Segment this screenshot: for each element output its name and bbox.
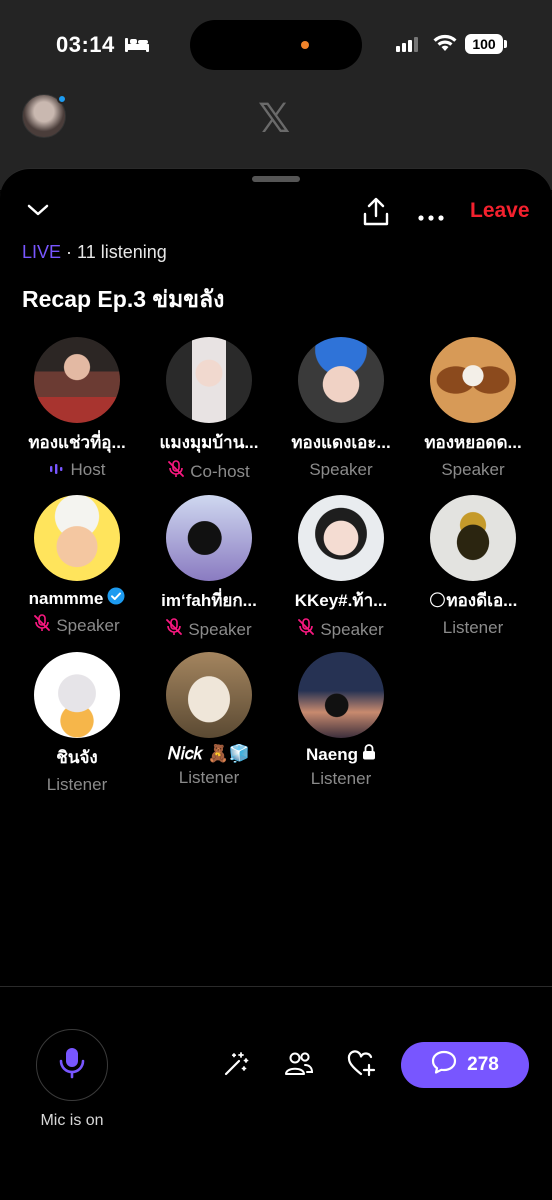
participant-name: ทองแช่วที่อุ...: [28, 433, 126, 452]
participant-role: Listener: [46, 775, 108, 794]
participant-name: Naeng: [306, 744, 358, 764]
participant-card[interactable]: 𝑁𝑖𝑐𝑘 🧸🧊 Listener: [143, 652, 275, 788]
participant-role: Co-host: [190, 461, 250, 481]
participant-role: Speaker: [56, 615, 120, 635]
battery-tip: [504, 40, 507, 48]
avatar: [166, 652, 252, 738]
participant-name: ทองแดงเอะ...: [291, 433, 391, 452]
mic-off-icon: [298, 618, 315, 641]
privacy-indicator-icon: [301, 41, 309, 49]
participant-card[interactable]: Naeng Listener: [275, 652, 407, 789]
participant-role: Host: [70, 460, 106, 479]
participant-role: Listener: [442, 618, 504, 637]
participant-card[interactable]: แมงมุมบ้าน... Co-host: [143, 337, 275, 483]
participant-card[interactable]: ทองแช่วที่อุ... Host: [11, 337, 143, 480]
collapse-chevron-down-icon[interactable]: [26, 202, 50, 223]
notification-dot: [57, 94, 67, 104]
participant-card[interactable]: KKey#.ท้า... Speaker: [275, 495, 407, 641]
participant-role: Speaker: [309, 460, 373, 479]
comments-button[interactable]: 278: [401, 1042, 529, 1088]
dynamic-island: [190, 20, 362, 70]
avatar: [298, 495, 384, 581]
sheet-grabber[interactable]: [252, 176, 300, 182]
mic-off-icon: [168, 460, 185, 483]
avatar: [430, 495, 516, 581]
space-title: Recap Ep.3 ข่มขลัง: [22, 286, 225, 312]
avatar: [298, 337, 384, 423]
mic-status-label: Mic is on: [40, 1112, 104, 1129]
lock-icon: [362, 744, 376, 765]
participant-card[interactable]: nammme Speaker: [11, 495, 143, 637]
verified-icon: [107, 587, 125, 610]
participant-role: Listener: [310, 769, 372, 788]
participant-name: 𝑁𝑖𝑐𝑘 🧸🧊: [168, 744, 250, 763]
avatar: [430, 337, 516, 423]
cellular-signal-icon: [396, 36, 418, 52]
participant-name: 🌕ทองดีเอ...: [428, 591, 518, 610]
comment-bubble-icon: [431, 1050, 457, 1080]
listening-count: · 11 listening: [66, 242, 167, 262]
bottom-divider: [0, 986, 552, 987]
live-label: LIVE: [22, 242, 62, 262]
microphone-icon: [58, 1046, 86, 1085]
participant-role: Listener: [178, 768, 240, 787]
avatar: [298, 652, 384, 738]
mic-button[interactable]: [36, 1029, 108, 1101]
avatar: [34, 652, 120, 738]
participant-name: ทองหยอดด...: [424, 433, 522, 452]
participant-card[interactable]: 🌕ทองดีเอ... Listener: [407, 495, 539, 638]
live-status: LIVE · 11 listening: [22, 242, 167, 263]
participant-card[interactable]: ทองแดงเอะ... Speaker: [275, 337, 407, 480]
sleep-focus-icon: [124, 36, 150, 59]
participant-name: KKey#.ท้า...: [294, 591, 388, 610]
wifi-icon: [432, 33, 458, 58]
people-icon[interactable]: [283, 1048, 315, 1080]
more-options-icon[interactable]: [418, 208, 444, 226]
avatar: [166, 495, 252, 581]
heart-plus-icon[interactable]: [346, 1048, 378, 1080]
participant-name: im‘fahที่ยก...: [161, 591, 257, 610]
leave-button[interactable]: Leave: [470, 199, 530, 223]
avatar: [34, 337, 120, 423]
host-audio-icon: [49, 460, 65, 480]
participant-role: Speaker: [441, 460, 505, 479]
participant-name: แมงมุมบ้าน...: [159, 433, 259, 452]
participant-card[interactable]: im‘fahที่ยก... Speaker: [143, 495, 275, 641]
participant-role: Speaker: [188, 619, 252, 639]
comment-count: 278: [467, 1054, 499, 1075]
mic-off-icon: [34, 614, 51, 637]
participant-role: Speaker: [320, 619, 384, 639]
participant-card[interactable]: ทองหยอดด... Speaker: [407, 337, 539, 480]
participant-name: nammme: [28, 588, 104, 608]
participant-card[interactable]: ชินจัง Listener: [11, 652, 143, 795]
participant-name: ชินจัง: [56, 748, 98, 767]
x-logo-icon: 𝕏: [258, 96, 291, 142]
share-icon[interactable]: [362, 197, 390, 232]
battery-indicator: 100: [465, 34, 503, 54]
mic-off-icon: [166, 618, 183, 641]
avatar: [34, 495, 120, 581]
status-time: 03:14: [56, 32, 115, 57]
avatar: [166, 337, 252, 423]
magic-wand-icon[interactable]: [220, 1048, 252, 1080]
